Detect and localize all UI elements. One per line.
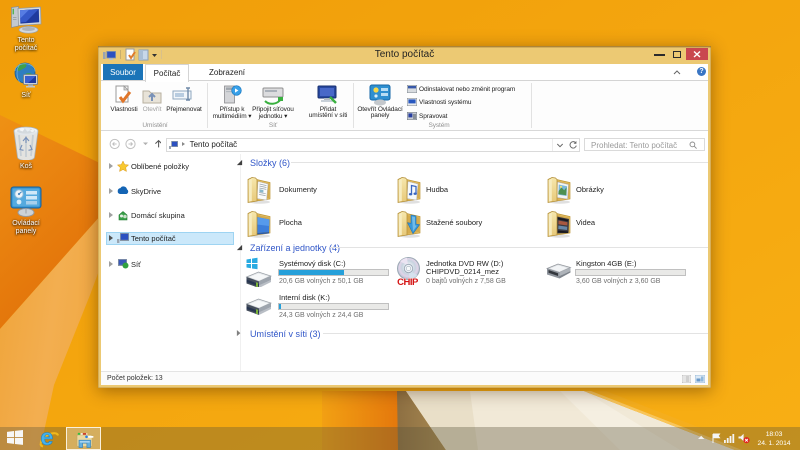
svg-text:CHIP: CHIP [397,277,419,287]
svg-text:e: e [41,429,54,448]
